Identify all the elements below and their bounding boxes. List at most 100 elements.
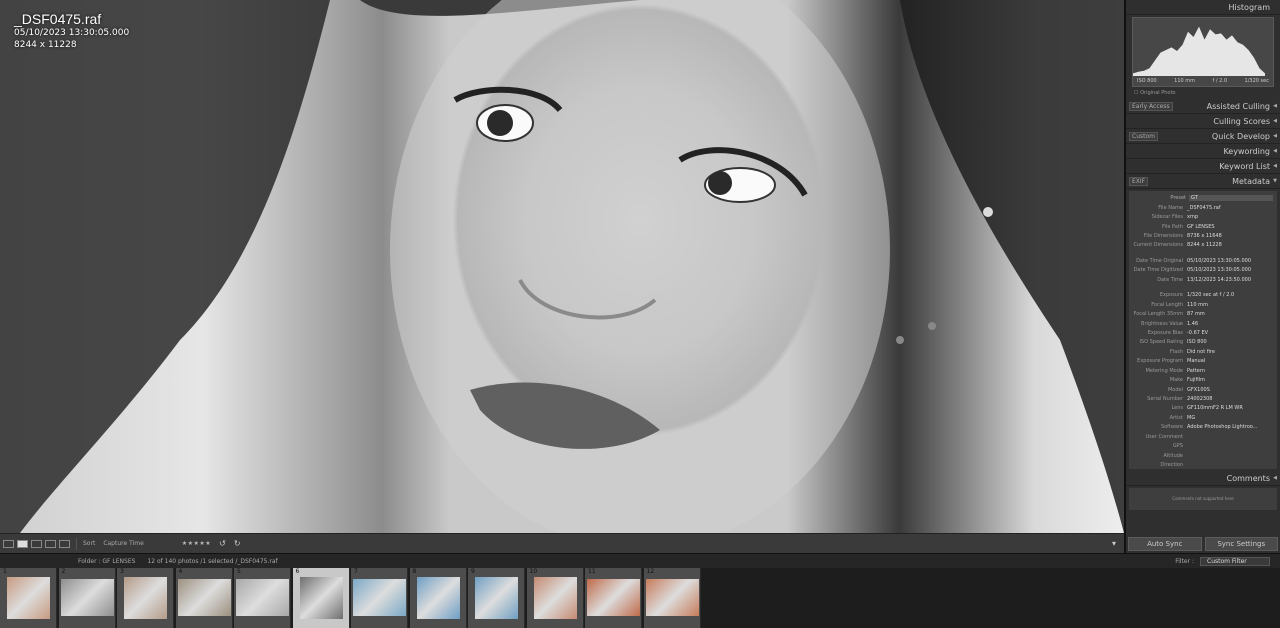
early-access-badge: Early Access [1129,101,1173,111]
metadata-value[interactable]: xmp [1187,214,1277,220]
metadata-row: Exposure Program Manual [1129,357,1277,366]
filmstrip-cell[interactable]: 4 [175,568,233,628]
collapse-triangle-icon[interactable]: ◀ [1273,133,1277,139]
original-photo-toggle[interactable]: ☐ Original Photo [1126,89,1280,99]
quick-develop-header[interactable]: Custom Quick Develop ◀ [1126,129,1280,144]
filmstrip-cell[interactable]: 9 [468,568,525,628]
photo-count: 12 of 140 photos /1 selected /_DSF0475.r… [147,557,278,565]
sort-select[interactable]: Capture Time [103,540,143,547]
filmstrip-cell[interactable]: 5 [234,568,291,628]
metadata-value[interactable]: Manual [1187,358,1277,364]
filmstrip-cell[interactable]: 3 [117,568,174,628]
filter-select[interactable]: Custom Filter [1200,556,1270,566]
photo-filename: _DSF0475.raf [14,11,102,27]
filmstrip-thumbnail[interactable] [475,577,518,619]
metadata-row: Flash Did not fire [1129,347,1277,356]
rotate-right-icon[interactable]: ↻ [234,539,241,548]
metadata-value[interactable]: 05/10/2023 13:30:05.000 [1187,258,1277,264]
metadata-value[interactable]: 24002308 [1187,396,1277,402]
filmstrip-thumbnail[interactable] [60,579,114,616]
keywording-title: Keywording [1223,146,1270,156]
filmstrip-thumbnail[interactable] [299,577,343,619]
metadata-value[interactable]: ISO 800 [1187,339,1277,345]
rating-stars[interactable]: ★★★★★ [182,540,211,547]
comments-header[interactable]: Comments ◀ [1126,471,1280,486]
loupe-view-button[interactable] [17,539,28,548]
quick-develop-title: Quick Develop [1211,131,1270,141]
metadata-key: Flash [1169,348,1183,355]
filmstrip-thumbnail[interactable] [7,577,50,619]
assisted-culling-header[interactable]: Early Access Assisted Culling ◀ [1126,99,1280,114]
folder-path[interactable]: Folder : GF LENSES [78,558,135,565]
sync-settings-button[interactable]: Sync Settings [1204,537,1278,551]
metadata-value[interactable]: 8736 x 11648 [1187,233,1277,239]
compare-view-button[interactable] [31,539,42,548]
metadata-value[interactable]: 87 mm [1187,311,1277,317]
filmstrip-cell[interactable]: 6 [292,568,350,628]
filmstrip-cell[interactable]: 7 [351,568,408,628]
filmstrip-cell[interactable]: 11 [585,568,642,628]
metadata-row: Model GFX100S [1129,385,1277,394]
filmstrip-thumbnail[interactable] [416,577,460,619]
filmstrip-cell[interactable]: 1 [0,568,57,628]
metadata-key: Date Time Original [1136,257,1183,264]
survey-view-button[interactable] [45,539,56,548]
metadata-value[interactable]: GF110mmF2 R LM WR [1187,405,1277,411]
collapse-triangle-icon[interactable]: ◀ [1273,163,1277,169]
metadata-value[interactable]: 8244 x 11228 [1187,242,1277,248]
collapse-triangle-icon[interactable]: ◀ [1273,148,1277,154]
filmstrip-thumbnail[interactable] [124,577,167,619]
keyword-list-title: Keyword List [1219,161,1270,171]
filmstrip-thumbnail[interactable] [533,577,577,619]
filmstrip-thumbnail[interactable] [177,579,231,616]
auto-sync-button[interactable]: Auto Sync [1128,537,1202,551]
filmstrip-cell-number: 6 [295,568,300,575]
filmstrip-thumbnail[interactable] [353,579,406,616]
metadata-value[interactable]: Pattern [1187,368,1277,374]
collapse-triangle-icon[interactable]: ◀ [1273,103,1277,109]
collapse-triangle-icon[interactable]: ◀ [1273,475,1277,481]
histogram-panel-header[interactable]: Histogram [1126,0,1280,15]
rotate-left-icon[interactable]: ↺ [219,539,226,548]
metadata-header[interactable]: EXIF Metadata ▼ [1126,174,1280,189]
metadata-key: ISO Speed Rating [1139,339,1183,346]
metadata-value[interactable]: Did not fire [1187,349,1277,355]
keyword-list-header[interactable]: Keyword List ◀ [1126,159,1280,174]
filmstrip-thumbnail[interactable] [236,579,289,616]
metadata-value[interactable]: 13/12/2023 14:23:50.000 [1187,277,1277,283]
keywording-header[interactable]: Keywording ◀ [1126,144,1280,159]
metadata-value[interactable]: 1.46 [1187,321,1277,327]
metadata-value[interactable]: GF LENSES [1187,224,1277,230]
culling-scores-header[interactable]: Culling Scores ◀ [1126,114,1280,129]
preset-select[interactable]: GT [1189,195,1273,201]
metadata-value[interactable]: 1/320 sec at f / 2.0 [1187,292,1277,298]
metadata-value[interactable]: MG [1187,415,1277,421]
metadata-mode-select[interactable]: EXIF [1129,176,1149,186]
filmstrip-thumbnail[interactable] [645,579,699,616]
metadata-row: Metering Mode Pattern [1129,366,1277,375]
metadata-key: Sidecar Files [1151,214,1183,221]
filmstrip-cell[interactable]: 2 [58,568,116,628]
grid-view-button[interactable] [3,539,14,548]
metadata-value[interactable]: Adobe Photoshop Lightroo... [1187,424,1277,430]
people-view-button[interactable] [59,539,70,548]
collapse-triangle-icon[interactable]: ◀ [1273,118,1277,124]
metadata-value[interactable]: 110 mm [1187,302,1277,308]
filmstrip-cell[interactable]: 8 [409,568,467,628]
filmstrip-cell[interactable]: 12 [643,568,701,628]
expand-triangle-icon[interactable]: ▼ [1273,178,1277,184]
metadata-value[interactable]: -0.67 EV [1187,330,1277,336]
main-photo-view[interactable]: _DSF0475.raf 05/10/2023 13:30:05.000 824… [0,0,1124,533]
metadata-value[interactable]: 05/10/2023 13:30:05.000 [1187,267,1277,273]
metadata-key: Focal Length 35mm [1133,311,1184,318]
culling-scores-title: Culling Scores [1213,116,1270,126]
metadata-value[interactable]: _DSF0475.raf [1187,205,1277,211]
filmstrip-cell[interactable]: 10 [526,568,584,628]
metadata-key: File Name [1158,204,1183,211]
filmstrip-thumbnail[interactable] [587,579,640,616]
metadata-value[interactable]: GFX100S [1187,387,1277,393]
metadata-value[interactable]: Fujifilm [1187,377,1277,383]
quick-develop-preset-select[interactable]: Custom [1129,131,1158,141]
metadata-key: User Comment [1145,433,1183,440]
toolbar-menu-chevron-icon[interactable]: ▾ [1112,539,1116,548]
